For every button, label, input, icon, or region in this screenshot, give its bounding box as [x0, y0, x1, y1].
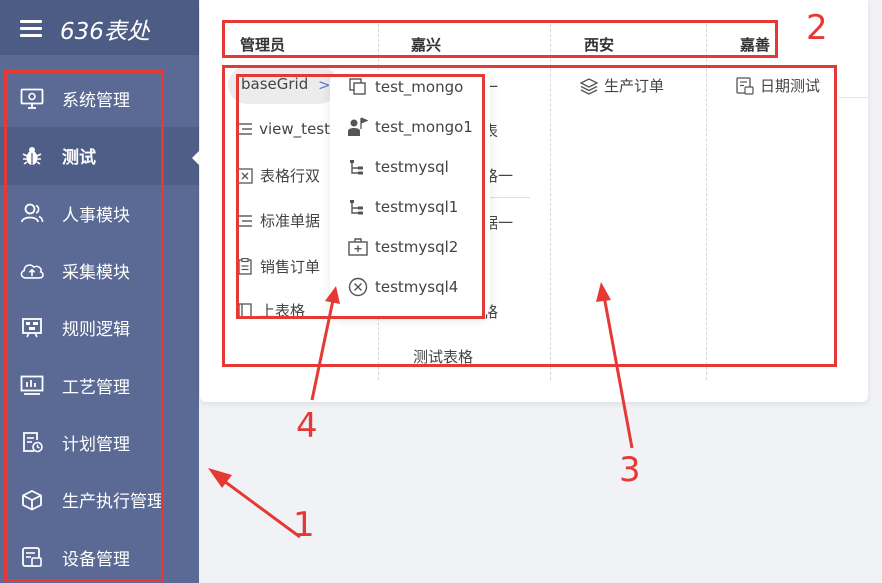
annotation-label-2: 2: [806, 8, 828, 48]
annotation-arrows: [208, 282, 634, 539]
annotation-label-1: 1: [293, 505, 315, 545]
annotation-label-4: 4: [296, 406, 318, 446]
annotation-label-3: 3: [619, 450, 641, 490]
